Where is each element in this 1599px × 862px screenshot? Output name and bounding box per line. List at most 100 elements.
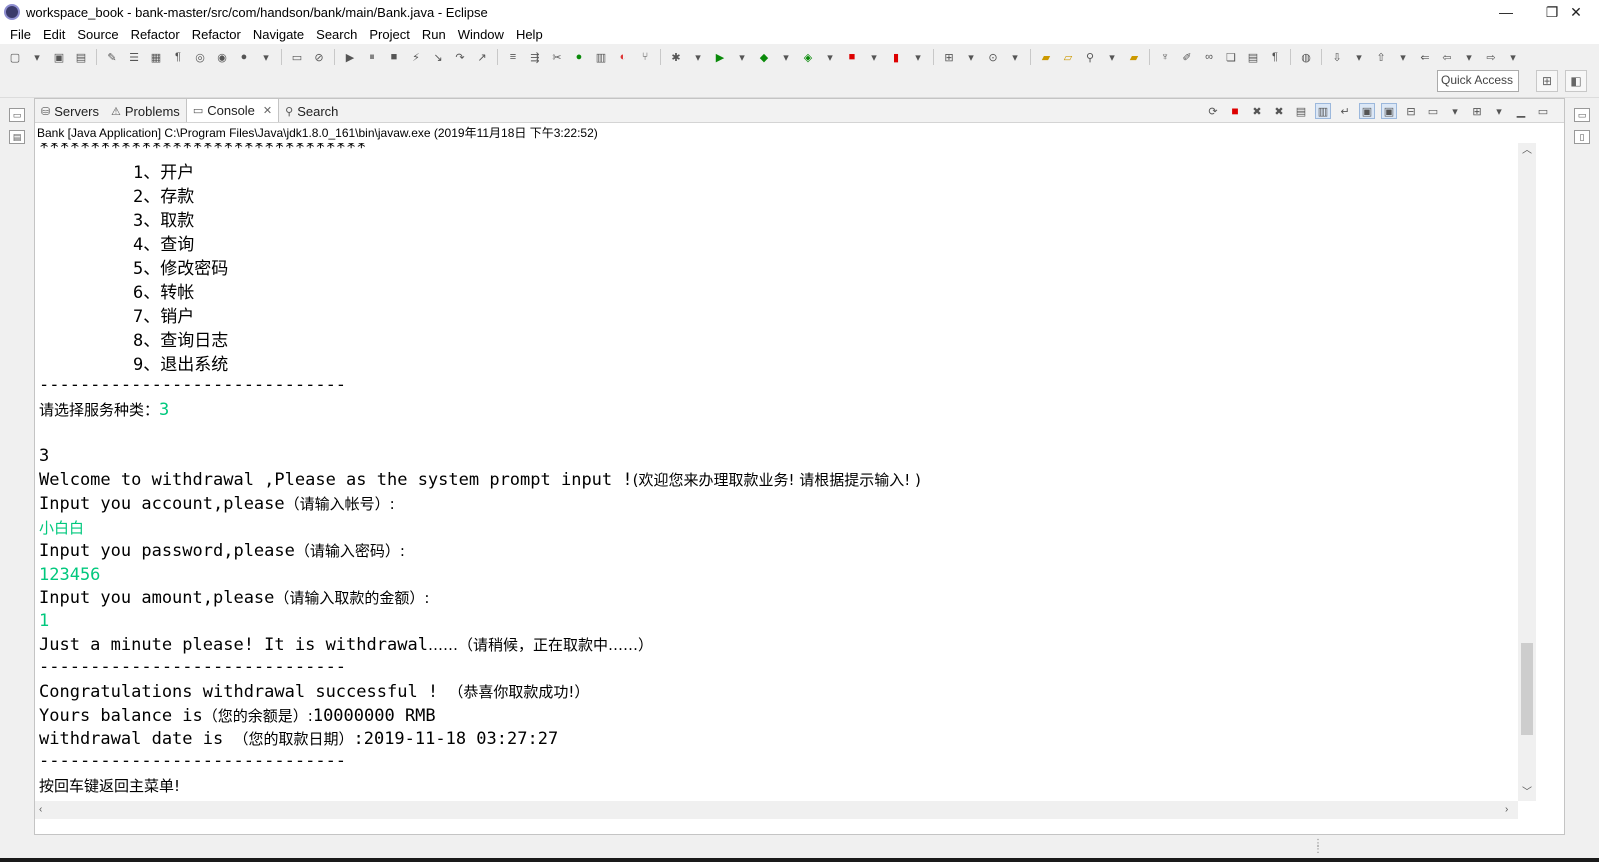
menu-file[interactable]: File <box>10 27 31 42</box>
run-icon[interactable]: ▶ <box>711 49 729 65</box>
tab-search[interactable]: ⚲ Search <box>279 100 344 122</box>
menu-help[interactable]: Help <box>516 27 543 42</box>
menu-refactor[interactable]: Refactor <box>131 27 180 42</box>
terminal-icon[interactable]: ▭ <box>288 49 306 65</box>
prev-annotation-icon[interactable]: ⇧ <box>1372 49 1390 65</box>
new-icon[interactable]: ▢ <box>6 49 24 65</box>
skip-breakpoints-icon[interactable]: ⊘ <box>310 49 328 65</box>
dropdown-icon[interactable]: ▾ <box>1350 49 1368 65</box>
dropdown-icon[interactable]: ▾ <box>1006 49 1024 65</box>
open-file-icon[interactable]: ▱ <box>1059 49 1077 65</box>
dropdown-icon[interactable]: ▾ <box>865 49 883 65</box>
person-icon[interactable]: ● <box>235 49 253 65</box>
use-step-filters-icon[interactable]: ⇶ <box>526 49 544 65</box>
scroll-right-icon[interactable]: › <box>1505 801 1508 819</box>
step-over-icon[interactable]: ↷ <box>451 49 469 65</box>
terminate-icon[interactable]: ■ <box>1227 103 1243 119</box>
forward-icon[interactable]: ⇨ <box>1482 49 1500 65</box>
search-toolbar-icon[interactable]: ⚲ <box>1081 49 1099 65</box>
last-edit-icon[interactable]: ⇐ <box>1416 49 1434 65</box>
close-icon[interactable]: ✕ <box>263 104 272 117</box>
menu-project[interactable]: Project <box>369 27 409 42</box>
dropdown-icon[interactable]: ▾ <box>1460 49 1478 65</box>
menu-search[interactable]: Search <box>316 27 357 42</box>
dropdown-icon[interactable]: ▾ <box>257 49 275 65</box>
restore-icon[interactable]: ▭ <box>9 108 25 122</box>
dropdown-icon[interactable]: ▾ <box>689 49 707 65</box>
open-type-icon[interactable]: ◎ <box>191 49 209 65</box>
restore-icon[interactable]: ▭ <box>1574 108 1590 122</box>
highlight-icon[interactable]: ▥ <box>592 49 610 65</box>
dropdown-icon[interactable]: ▾ <box>777 49 795 65</box>
quick-access-field[interactable]: Quick Access <box>1437 70 1519 92</box>
minimize-button[interactable]: — <box>1483 0 1529 24</box>
pin-icon[interactable]: ✐ <box>1178 49 1196 65</box>
link-icon[interactable]: ∞ <box>1200 49 1218 65</box>
outline-icon[interactable]: ▯ <box>1574 130 1590 144</box>
deploy-icon[interactable]: ▮ <box>887 49 905 65</box>
word-wrap-icon[interactable]: ↵ <box>1337 103 1353 119</box>
drop-to-frame-icon[interactable]: ≡ <box>504 49 522 65</box>
clear-console-icon[interactable]: ▤ <box>1293 103 1309 119</box>
dropdown-icon[interactable]: ▾ <box>1103 49 1121 65</box>
globe-icon[interactable]: ◍ <box>1297 49 1315 65</box>
package-explorer-icon[interactable]: ▤ <box>9 130 25 144</box>
show-on-stderr-icon[interactable]: ▣ <box>1381 103 1397 119</box>
new-package-icon[interactable]: ⊞ <box>940 49 958 65</box>
scroll-up-icon[interactable]: ︿ <box>1518 143 1536 159</box>
annotation-icon[interactable]: ♆ <box>1156 49 1174 65</box>
scroll-left-icon[interactable]: ‹ <box>39 801 42 819</box>
dropdown-icon[interactable]: ▾ <box>1504 49 1522 65</box>
menu-source[interactable]: Source <box>77 27 118 42</box>
dropdown-icon[interactable]: ▾ <box>909 49 927 65</box>
dropdown-icon[interactable]: ▾ <box>733 49 751 65</box>
tab-problems[interactable]: ⚠ Problems <box>105 100 186 122</box>
dropdown-icon[interactable]: ▾ <box>821 49 839 65</box>
dropdown-icon[interactable]: ▾ <box>28 49 46 65</box>
external-tools-icon[interactable]: ◈ <box>799 49 817 65</box>
scrollbar-thumb[interactable] <box>1521 643 1533 735</box>
step-return-icon[interactable]: ↗ <box>473 49 491 65</box>
menu-refactor-2[interactable]: Refactor <box>192 27 241 42</box>
paste-icon[interactable]: ▤ <box>1244 49 1262 65</box>
suspend-icon[interactable]: ⏸ <box>363 49 381 65</box>
refresh-icon[interactable]: ◐ <box>614 49 632 65</box>
remove-launch-icon[interactable]: ✖ <box>1249 103 1265 119</box>
back-icon[interactable]: ⇦ <box>1438 49 1456 65</box>
stop-icon[interactable]: ■ <box>843 49 861 65</box>
coverage-icon[interactable]: ◆ <box>755 49 773 65</box>
block-select-icon[interactable]: ▦ <box>147 49 165 65</box>
open-perspective-icon[interactable]: ⊞ <box>1536 70 1558 92</box>
start-server-icon[interactable]: ● <box>570 49 588 65</box>
save-all-icon[interactable]: ▤ <box>72 49 90 65</box>
scroll-down-icon[interactable]: ﹀ <box>1518 785 1536 801</box>
breadcrumb-icon[interactable]: ☰ <box>125 49 143 65</box>
open-console-icon[interactable]: ⊞ <box>1469 103 1485 119</box>
scroll-lock-icon[interactable]: ▥ <box>1315 103 1331 119</box>
dropdown-icon[interactable]: ▾ <box>1447 103 1463 119</box>
toggle-mark-icon[interactable]: ✎ <box>103 49 121 65</box>
java-perspective-icon[interactable]: ◧ <box>1565 70 1587 92</box>
tab-console[interactable]: ▭ Console ✕ <box>185 98 280 122</box>
copy-icon[interactable]: ❏ <box>1222 49 1240 65</box>
git-icon[interactable]: ⑂ <box>636 49 654 65</box>
open-folder-icon[interactable]: ▰ <box>1037 49 1055 65</box>
close-window-button[interactable]: ✕ <box>1553 0 1599 24</box>
maximize-view-icon[interactable]: ▭ <box>1535 103 1551 119</box>
relaunch-icon[interactable]: ⟳ <box>1205 103 1221 119</box>
show-on-stdout-icon[interactable]: ▣ <box>1359 103 1375 119</box>
pin-console-icon[interactable]: ⊟ <box>1403 103 1419 119</box>
terminate-icon[interactable]: ■ <box>385 49 403 65</box>
tab-servers[interactable]: ⛁ Servers <box>35 100 105 122</box>
menu-window[interactable]: Window <box>458 27 504 42</box>
next-annotation-icon[interactable]: ⇩ <box>1328 49 1346 65</box>
cut-icon[interactable]: ✂ <box>548 49 566 65</box>
debug-icon[interactable]: ✱ <box>667 49 685 65</box>
dropdown-icon[interactable]: ▾ <box>1491 103 1507 119</box>
dropdown-icon[interactable]: ▾ <box>1394 49 1412 65</box>
menu-navigate[interactable]: Navigate <box>253 27 304 42</box>
horizontal-scrollbar[interactable]: ‹ › <box>35 801 1518 819</box>
resume-icon[interactable]: ▶ <box>341 49 359 65</box>
pilcrow-icon[interactable]: ¶ <box>1266 49 1284 65</box>
minimize-view-icon[interactable]: ▁ <box>1513 103 1529 119</box>
